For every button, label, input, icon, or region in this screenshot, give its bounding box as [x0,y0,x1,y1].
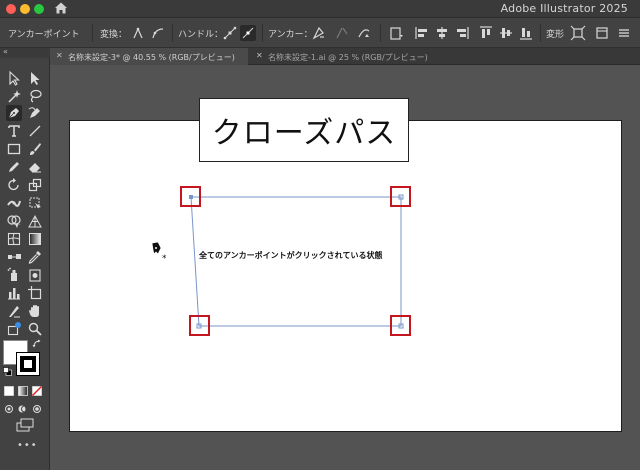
title-text-box[interactable]: クローズパス [199,98,409,162]
panel-options-icon[interactable] [594,25,610,41]
mesh-icon[interactable] [6,231,22,247]
gradient-icon[interactable] [27,231,43,247]
stroke-inner [23,359,33,369]
caption-text: 全てのアンカーポイントがクリックされている状態 [199,251,383,260]
cut-path-icon[interactable] [356,25,372,41]
convert-label: 変換： [100,30,128,40]
column-graph-icon[interactable] [6,285,22,301]
eraser-icon[interactable] [27,159,43,175]
screen-mode-icon[interactable] [16,418,34,432]
show-handles-icon[interactable] [222,25,238,41]
pen-tool-icon[interactable] [6,105,22,121]
line-tool-icon[interactable] [27,123,43,139]
document-tab-bar: ✕ 名称未設定-3* @ 40.55 % (RGB/プレビュー) ✕ 名称未設定… [50,48,640,65]
artboard[interactable] [69,120,622,432]
home-icon[interactable] [54,1,68,15]
handle-label: ハンドル： [178,30,224,40]
collapse-panel-icon[interactable]: « [3,47,8,56]
convert-to-smooth-icon[interactable] [150,25,166,41]
scale-icon[interactable] [27,177,43,193]
minimize-window-button[interactable] [20,4,30,14]
shape-builder-icon[interactable] [6,213,22,229]
anchor-label: アンカー： [268,30,313,40]
title-text: クローズパス [211,116,397,151]
app-title: Adobe Illustrator 2025 [500,2,628,15]
illustrator-window: Adobe Illustrator 2025 アンカーポイント 変換： ハンドル… [0,0,640,470]
close-icon[interactable]: ✕ [256,51,263,60]
tools-panel: « ••• [0,47,50,470]
type-tool-icon[interactable] [6,123,22,139]
align-right-icon[interactable] [454,25,470,41]
divider [540,24,541,42]
symbol-screener-icon[interactable] [27,267,43,283]
zoom-window-button[interactable] [34,4,44,14]
swap-colors-icon[interactable] [32,339,42,349]
svg-text:*: * [162,254,167,264]
align-middle-icon[interactable] [498,25,514,41]
close-icon[interactable]: ✕ [56,51,63,60]
magic-wand-icon[interactable] [6,88,22,104]
none-mode-icon[interactable] [32,386,42,396]
lasso-tool-icon[interactable] [27,88,43,104]
remove-anchor-icon[interactable] [310,25,326,41]
default-colors-icon[interactable] [3,367,12,376]
draw-inside-icon[interactable] [32,404,42,414]
align-top-icon[interactable] [478,25,494,41]
hide-handles-icon[interactable] [240,25,256,41]
tab-document-1[interactable]: ✕ 名称未設定-1.ai @ 25 % (RGB/プレビュー) [250,48,450,65]
stroke-color-swatch[interactable] [16,352,40,376]
transform-button[interactable]: 変形 [546,27,564,40]
blend-icon[interactable] [6,249,22,265]
tab-label: 名称未設定-1.ai @ 25 % (RGB/プレビュー) [268,53,428,62]
convert-to-corner-icon[interactable] [130,25,146,41]
free-transform-icon[interactable] [27,195,43,211]
toolbar-header: « [0,47,50,58]
edit-toolbar-button[interactable]: ••• [17,440,38,451]
draw-normal-icon[interactable] [4,404,14,414]
draw-behind-icon[interactable] [18,404,28,414]
document-setup-icon[interactable] [388,25,404,41]
selection-type-label: アンカーポイント [8,30,80,40]
tab-document-3[interactable]: ✕ 名称未設定-3* @ 40.55 % (RGB/プレビュー) [50,48,248,65]
zoom-tool-icon[interactable] [27,321,43,337]
curvature-tool-icon[interactable] [27,105,43,121]
gradient-mode-icon[interactable] [18,386,28,396]
divider [172,24,173,42]
eyedropper-icon[interactable] [27,249,43,265]
pencil-icon[interactable] [6,159,22,175]
divider [92,24,93,42]
pen-cursor-icon: * [151,241,167,264]
width-tool-icon[interactable] [6,195,22,211]
align-left-icon[interactable] [414,25,430,41]
tab-label: 名称未設定-3* @ 40.55 % (RGB/プレビュー) [68,53,235,62]
rectangle-tool-icon[interactable] [6,141,22,157]
paintbrush-icon[interactable] [27,141,43,157]
symbol-sprayer-icon[interactable] [6,267,22,283]
isolate-selection-icon[interactable] [570,25,586,41]
color-icon[interactable] [6,321,22,337]
artboard-tool-icon[interactable] [27,285,43,301]
direct-selection-tool-icon[interactable] [27,70,43,86]
close-window-button[interactable] [6,4,16,14]
selection-tool-icon[interactable] [6,70,22,86]
divider [380,24,381,42]
divider [262,24,263,42]
align-center-icon[interactable] [434,25,450,41]
slice-tool-icon[interactable] [6,303,22,319]
connect-anchors-icon[interactable] [334,25,350,41]
hand-tool-icon[interactable] [27,303,43,319]
perspective-grid-icon[interactable] [27,213,43,229]
title-bar: Adobe Illustrator 2025 [0,0,640,18]
rotate-icon[interactable] [6,177,22,193]
menu-icon[interactable] [616,25,632,41]
color-mode-icon[interactable] [4,386,14,396]
align-bottom-icon[interactable] [518,25,534,41]
control-bar: アンカーポイント 変換： ハンドル： アンカー： 変形 [0,18,640,48]
